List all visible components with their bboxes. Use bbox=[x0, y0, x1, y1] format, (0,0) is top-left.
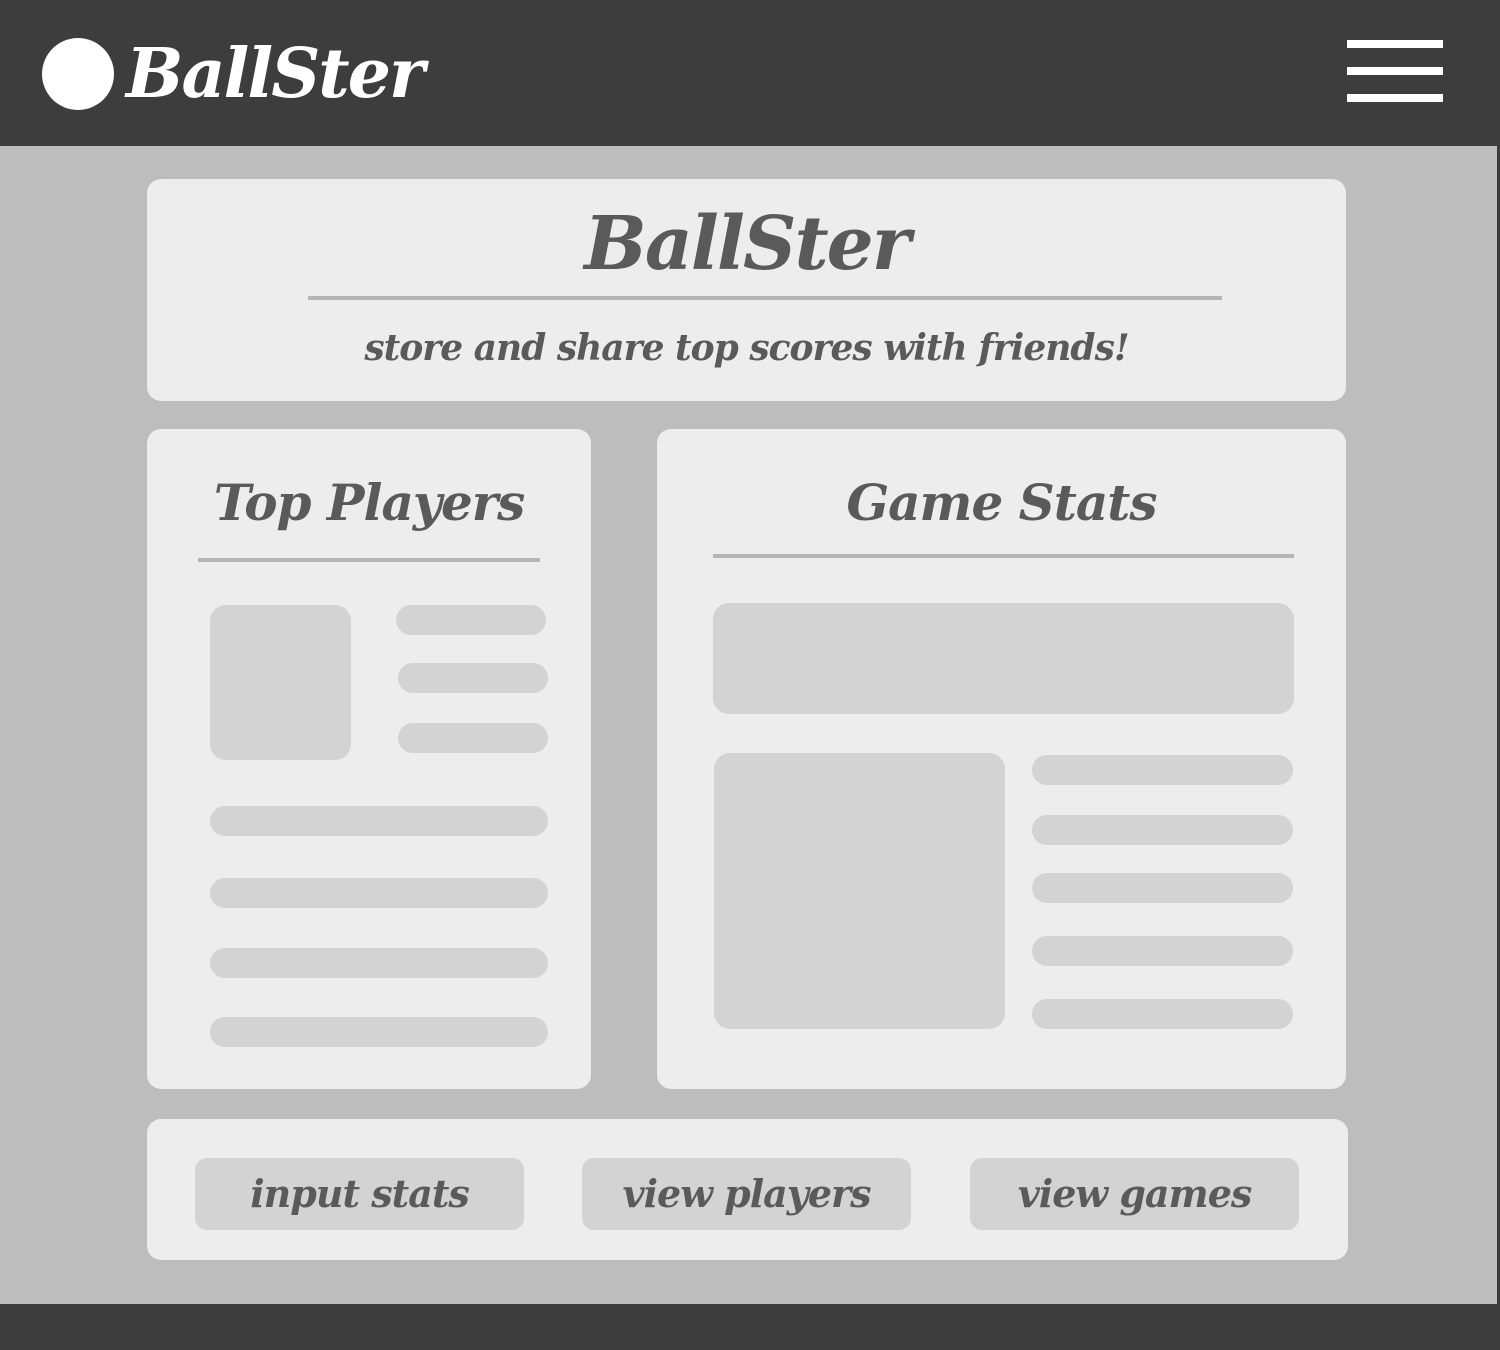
menu-line bbox=[1347, 94, 1443, 102]
top-players-title: Top Players bbox=[213, 473, 526, 532]
player-list-line bbox=[210, 948, 548, 978]
stats-detail-line bbox=[1032, 873, 1293, 903]
stats-banner-placeholder bbox=[713, 603, 1294, 714]
view-games-label: view games bbox=[1017, 1171, 1253, 1216]
hero-card: BallSter store and share top scores with… bbox=[147, 179, 1346, 401]
hero-subtitle: store and share top scores with friends! bbox=[364, 327, 1129, 369]
player-list-line bbox=[210, 1017, 548, 1047]
stats-image-placeholder bbox=[714, 753, 1005, 1029]
view-players-button[interactable]: view players bbox=[582, 1158, 911, 1230]
top-players-card: Top Players bbox=[147, 429, 591, 1089]
player-list-line bbox=[210, 878, 548, 908]
input-stats-button[interactable]: input stats bbox=[195, 1158, 524, 1230]
player-avatar-placeholder bbox=[210, 605, 351, 760]
circle-logo-icon bbox=[42, 38, 114, 110]
hero-title: BallSter bbox=[584, 201, 910, 287]
game-stats-card: Game Stats bbox=[657, 429, 1346, 1089]
input-stats-label: input stats bbox=[250, 1171, 470, 1216]
player-list-line bbox=[210, 806, 548, 836]
stats-detail-line bbox=[1032, 815, 1293, 845]
app-header: BallSter bbox=[0, 0, 1500, 146]
menu-line bbox=[1347, 67, 1443, 75]
menu-line bbox=[1347, 40, 1443, 48]
view-players-label: view players bbox=[622, 1171, 872, 1216]
hamburger-menu-icon[interactable] bbox=[1347, 40, 1443, 102]
player-detail-line bbox=[398, 663, 548, 693]
stats-detail-line bbox=[1032, 999, 1293, 1029]
action-bar: input stats view players view games bbox=[147, 1119, 1348, 1260]
top-players-divider bbox=[198, 558, 540, 562]
view-games-button[interactable]: view games bbox=[970, 1158, 1299, 1230]
game-stats-title: Game Stats bbox=[846, 473, 1157, 532]
stats-detail-line bbox=[1032, 936, 1293, 966]
brand-logo-text[interactable]: BallSter bbox=[126, 34, 425, 114]
stats-detail-line bbox=[1032, 755, 1293, 785]
hero-divider bbox=[308, 296, 1222, 300]
player-detail-line bbox=[396, 605, 546, 635]
game-stats-divider bbox=[713, 554, 1294, 558]
player-detail-line bbox=[398, 723, 548, 753]
app-footer bbox=[0, 1304, 1500, 1350]
